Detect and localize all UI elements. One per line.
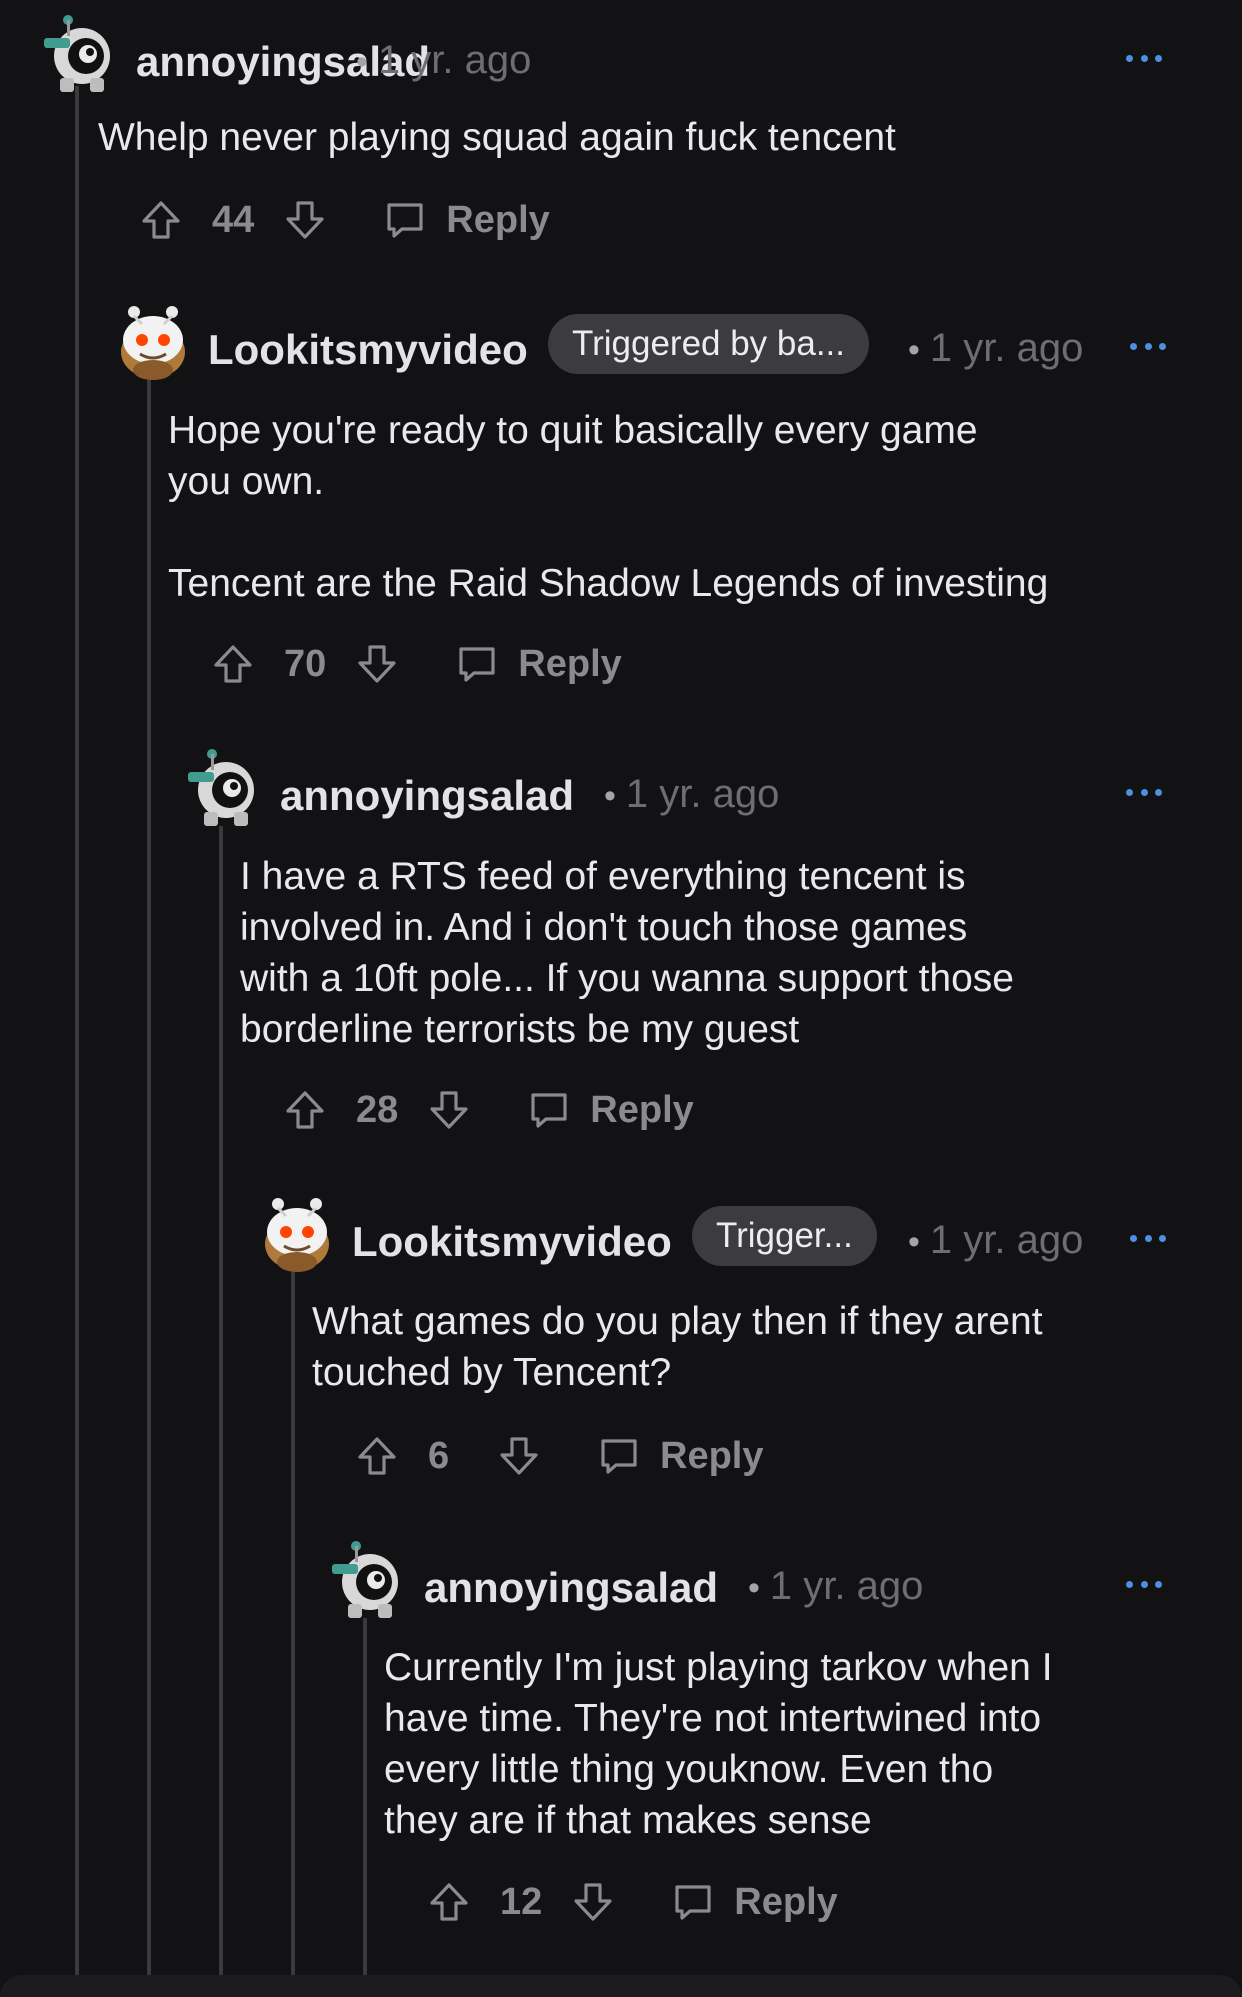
reply-button[interactable]: Reply [456, 642, 622, 686]
reply-label: Reply [518, 642, 622, 685]
comment-body: Currently I'm just playing tarkov when I… [384, 1646, 1053, 1842]
comment-actions: 44 Reply [140, 190, 550, 250]
upvote-icon[interactable] [140, 199, 182, 241]
vote-count: 70 [284, 642, 327, 685]
vote-count: 28 [356, 1088, 399, 1131]
comment-timestamp: • 1 yr. ago [748, 1564, 924, 1608]
timestamp-text: 1 yr. ago [929, 326, 1084, 370]
comment-body: Whelp never playing squad again fuck ten… [98, 116, 896, 159]
comment: Lookitsmyvideo Trigger... • 1 yr. ago Wha… [254, 1192, 1222, 1492]
comment-header: Lookitsmyvideo Triggered by ba... • 1 yr.… [110, 300, 1220, 396]
vote-count: 44 [212, 198, 255, 241]
downvote-icon[interactable] [572, 1881, 614, 1923]
downvote-icon[interactable] [356, 643, 398, 685]
more-options-button[interactable] [1130, 1232, 1166, 1244]
comment-username[interactable]: Lookitsmyvideo [352, 1218, 672, 1266]
thread-line[interactable] [75, 86, 79, 1997]
reply-label: Reply [734, 1880, 838, 1923]
comment-header: annoyingsalad • 1 yr. ago [38, 12, 1218, 108]
comment-username[interactable]: Lookitsmyvideo [208, 326, 528, 374]
comment-actions: 70 Reply [212, 634, 622, 694]
more-options-button[interactable] [1126, 786, 1162, 798]
comment-username[interactable]: annoyingsalad [280, 772, 574, 820]
reply-button[interactable]: Reply [384, 198, 550, 242]
more-options-button[interactable] [1126, 1578, 1162, 1590]
more-options-button[interactable] [1130, 340, 1166, 352]
robot-avatar-icon[interactable] [326, 1538, 412, 1624]
comment: annoyingsalad • 1 yr. ago Whelp never pla… [38, 12, 1218, 252]
comment-actions: 12 Reply [428, 1872, 838, 1932]
comment: annoyingsalad • 1 yr. ago I have a RTS fe… [182, 746, 1222, 1146]
reply-button[interactable]: Reply [528, 1088, 694, 1132]
comment-thread: annoyingsalad • 1 yr. ago Whelp never pla… [0, 0, 1242, 1997]
user-flair: Trigger... [692, 1206, 877, 1266]
vote-count: 6 [428, 1434, 450, 1477]
upvote-icon[interactable] [212, 643, 254, 685]
comment-timestamp: • 1 yr. ago [604, 772, 780, 816]
comment-actions: 28 Reply [284, 1080, 694, 1140]
snoo-bee-avatar-icon[interactable] [254, 1192, 340, 1278]
comment: Lookitsmyvideo Triggered by ba... • 1 yr.… [110, 300, 1220, 700]
reply-label: Reply [446, 198, 550, 241]
speech-bubble-icon [528, 1089, 570, 1131]
user-flair: Triggered by ba... [548, 314, 870, 374]
timestamp-text: 1 yr. ago [625, 772, 780, 816]
snoo-bee-avatar-icon[interactable] [110, 300, 196, 386]
reply-label: Reply [660, 1434, 764, 1477]
upvote-icon[interactable] [356, 1435, 398, 1477]
reply-button[interactable]: Reply [598, 1435, 763, 1478]
reply-button[interactable]: Reply [672, 1880, 838, 1924]
timestamp-text: 1 yr. ago [769, 1564, 924, 1608]
upvote-icon[interactable] [428, 1881, 470, 1923]
reply-label: Reply [590, 1088, 694, 1131]
comment-timestamp: • 1 yr. ago [356, 38, 532, 82]
comment-body: What games do you play then if they aren… [312, 1300, 1043, 1394]
comment-header: annoyingsalad • 1 yr. ago [326, 1538, 1222, 1634]
vote-count: 12 [500, 1880, 543, 1923]
comment-body: I have a RTS feed of everything tencent … [240, 855, 1014, 1051]
comment-actions: 6 Reply [356, 1426, 763, 1486]
timestamp-text: 1 yr. ago [377, 38, 532, 82]
comment-header: Lookitsmyvideo Trigger... • 1 yr. ago [254, 1192, 1222, 1288]
more-options-button[interactable] [1126, 52, 1162, 64]
bottom-sheet-edge [0, 1975, 1242, 1997]
upvote-icon[interactable] [284, 1089, 326, 1131]
timestamp-text: 1 yr. ago [929, 1218, 1084, 1262]
comment-username[interactable]: annoyingsalad [424, 1564, 718, 1612]
downvote-icon[interactable] [284, 199, 326, 241]
robot-avatar-icon[interactable] [182, 746, 268, 832]
speech-bubble-icon [456, 643, 498, 685]
comment: annoyingsalad • 1 yr. ago Currently I'm j… [326, 1538, 1222, 1938]
robot-avatar-icon[interactable] [38, 12, 124, 98]
comment-timestamp: • 1 yr. ago [908, 1218, 1084, 1262]
speech-bubble-icon [384, 199, 426, 241]
speech-bubble-icon [598, 1435, 640, 1477]
speech-bubble-icon [672, 1881, 714, 1923]
comment-header: annoyingsalad • 1 yr. ago [182, 746, 1222, 842]
comment-timestamp: • 1 yr. ago [908, 326, 1084, 370]
downvote-icon[interactable] [428, 1089, 470, 1131]
downvote-icon[interactable] [498, 1435, 540, 1477]
comment-body: Hope you're ready to quit basically ever… [168, 409, 1049, 605]
